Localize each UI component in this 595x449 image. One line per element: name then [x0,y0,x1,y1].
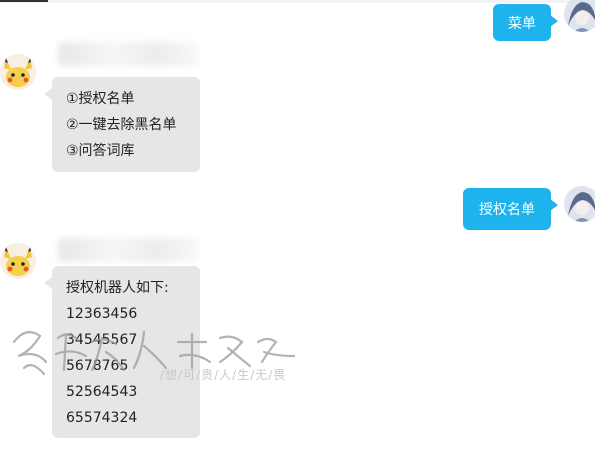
sender-name-blurred [58,42,198,66]
outgoing-message-bubble[interactable]: 菜单 [493,4,558,41]
message-line: 授权机器人如下: [66,280,169,296]
menu-line: ②一键去除黑名单 [66,117,177,133]
bot-avatar-icon[interactable] [0,243,36,279]
incoming-message-bubble[interactable]: 授权机器人如下: 12363456 34545567 5678765 52564… [44,266,200,438]
top-tab-indicator [0,0,48,2]
incoming-message-bubble[interactable]: ①授权名单 ②一键去除黑名单 ③问答词库 [44,77,200,172]
message-line: 34545567 [66,332,138,348]
user-avatar-icon[interactable] [564,186,595,222]
message-text: 菜单 [508,15,536,32]
menu-line: ③问答词库 [66,143,135,159]
user-avatar-icon[interactable] [564,0,595,32]
message-line: 12363456 [66,306,138,322]
message-line: 65574324 [66,410,138,426]
top-divider [0,0,595,3]
sender-name-blurred [58,238,198,262]
bot-avatar-icon[interactable] [0,54,36,90]
message-text: 授权名单 [479,202,535,218]
outgoing-message-bubble[interactable]: 授权名单 [463,188,558,230]
menu-line: ①授权名单 [66,91,135,107]
watermark-subtitle: /想/可/贵/人/生/无/畏 [160,368,287,382]
